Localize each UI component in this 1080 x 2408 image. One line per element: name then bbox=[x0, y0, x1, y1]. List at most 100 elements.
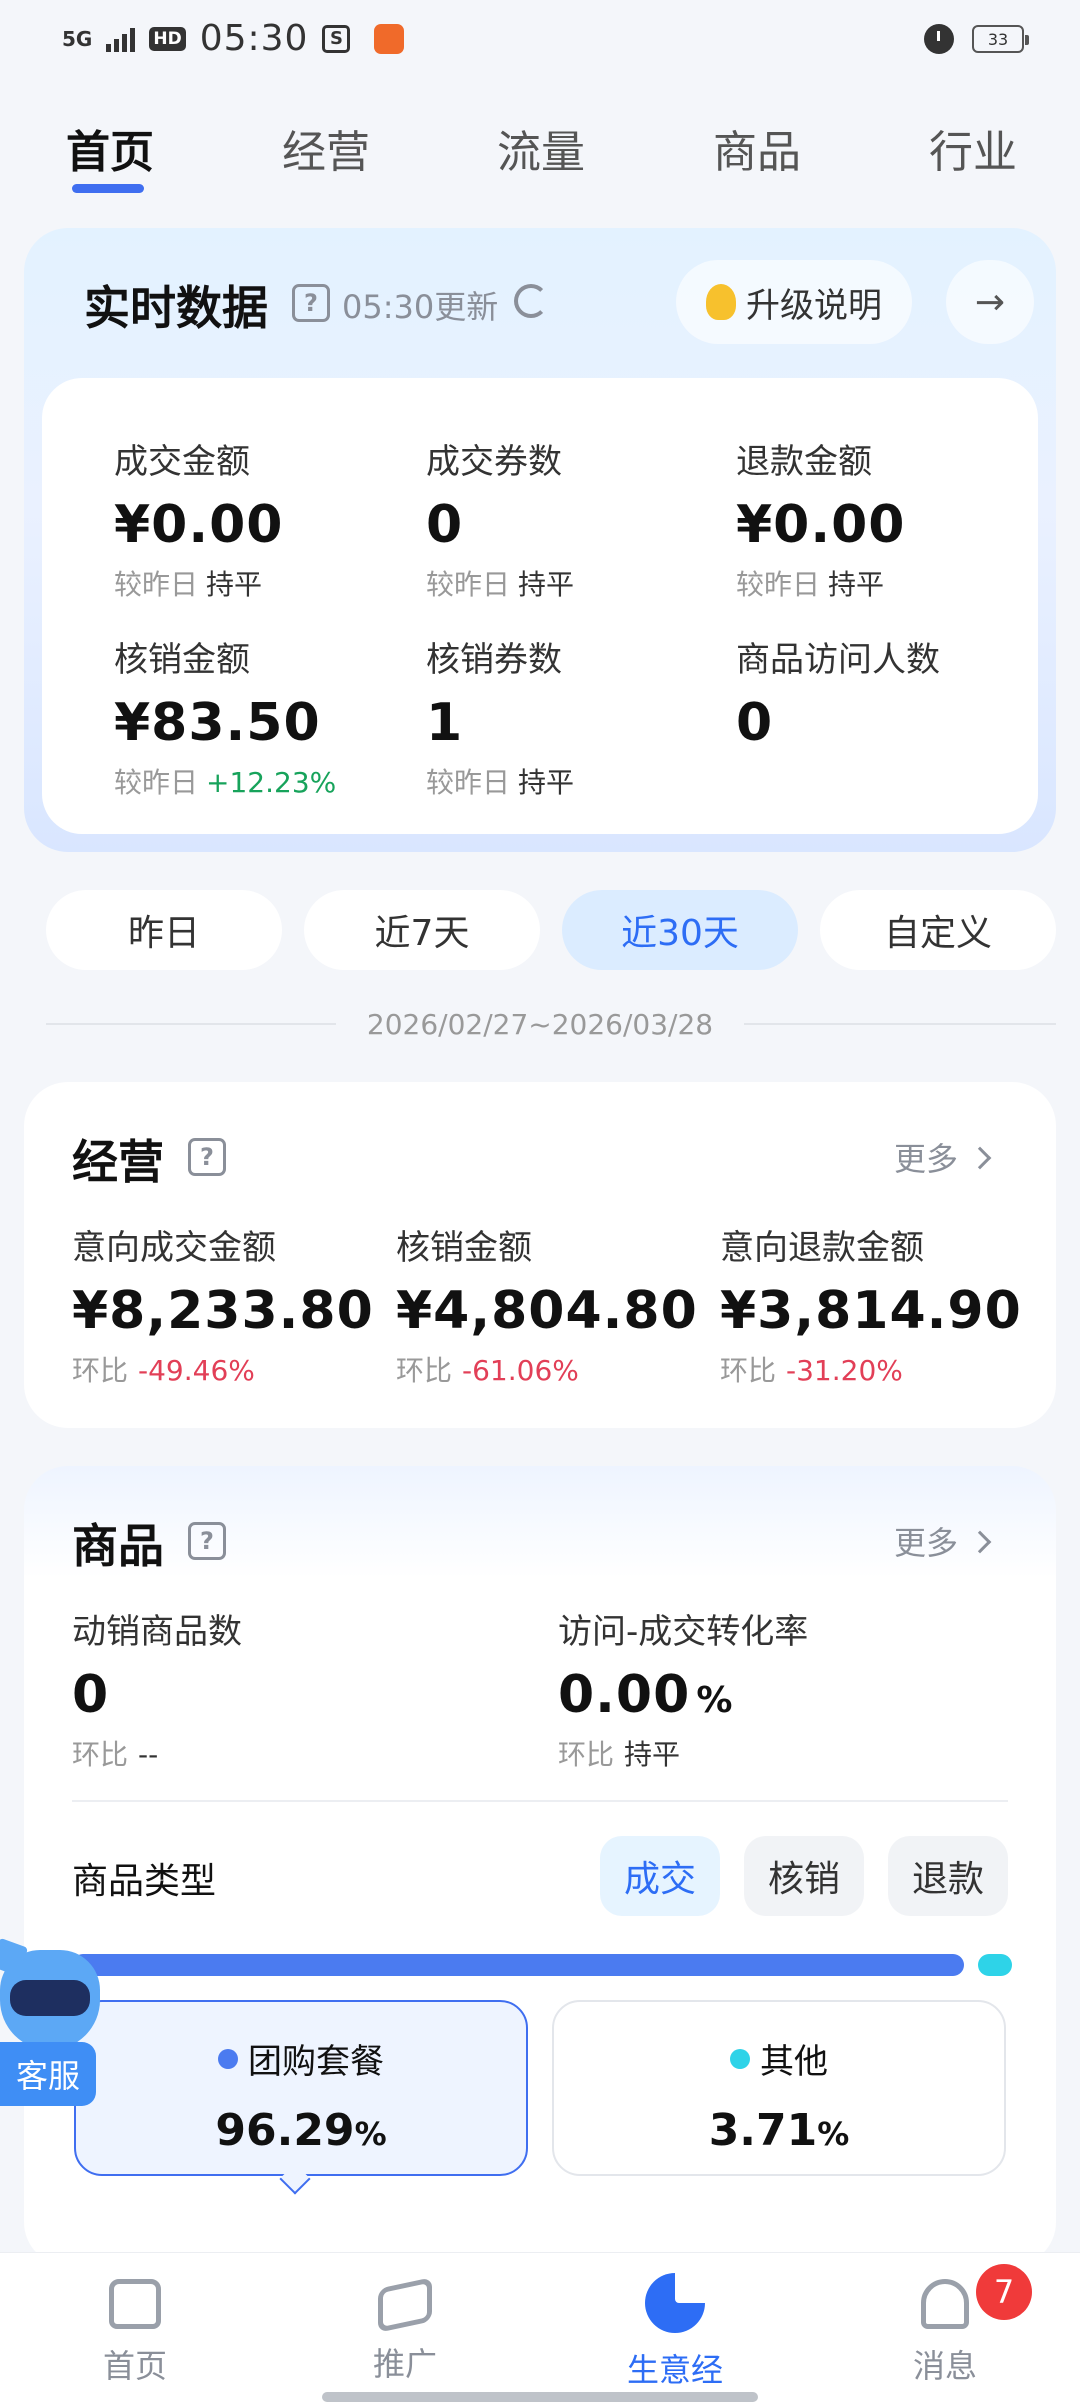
compare-value: 持平 bbox=[518, 568, 575, 601]
segment-verify[interactable]: 核销 bbox=[744, 1836, 864, 1916]
metric-verify-coupons[interactable]: 核销券数 1 较昨日 持平 bbox=[426, 632, 574, 801]
compare-label: 环比 bbox=[558, 1738, 615, 1771]
metric-compare: 环比 -31.20% bbox=[720, 1349, 1022, 1389]
compare-label: 环比 bbox=[396, 1354, 453, 1387]
arrow-right-button[interactable]: → bbox=[946, 260, 1034, 344]
metric-refund-amount[interactable]: 退款金额 ¥0.00 较昨日 持平 bbox=[736, 434, 905, 603]
nav-label: 首页 bbox=[102, 2347, 167, 2385]
megaphone-icon bbox=[378, 2277, 432, 2333]
hd-icon: HD bbox=[149, 26, 186, 51]
realtime-metrics-panel: 成交金额 ¥0.00 较昨日 持平 成交券数 0 较昨日 持平 退款金额 ¥0.00… bbox=[42, 378, 1038, 834]
refresh-icon[interactable] bbox=[514, 284, 548, 318]
compare-label: 环比 bbox=[72, 1354, 129, 1387]
compare-value: +12.23% bbox=[206, 766, 337, 799]
metric-compare: 较昨日 持平 bbox=[426, 563, 574, 603]
metric-value: 0 bbox=[72, 1665, 110, 1725]
compare-value: -49.46% bbox=[138, 1354, 255, 1387]
metric-value: ¥8,233.80 bbox=[72, 1281, 374, 1341]
share-percent-value: 3.71 bbox=[708, 2105, 818, 2156]
share-percent-unit: % bbox=[817, 2115, 850, 2153]
share-bar-segment-group-meal bbox=[72, 1954, 964, 1976]
home-indicator[interactable] bbox=[322, 2392, 758, 2402]
chevron-right-icon bbox=[968, 1530, 992, 1554]
filter-30-days[interactable]: 近30天 bbox=[562, 890, 798, 970]
bell-icon bbox=[921, 2279, 969, 2329]
metric-active-goods[interactable]: 动销商品数 0 环比 -- bbox=[72, 1604, 242, 1773]
screenshot-icon: S bbox=[322, 24, 351, 53]
metric-verify-amount-30d[interactable]: 核销金额 ¥4,804.80 环比 -61.06% bbox=[396, 1220, 698, 1389]
tab-goods[interactable]: 商品 bbox=[713, 116, 801, 180]
app-notification-icon bbox=[374, 23, 405, 54]
share-percent: 3.71% bbox=[554, 2105, 1004, 2156]
more-label: 更多 bbox=[894, 1524, 959, 1562]
goods-title: 商品 bbox=[72, 1519, 164, 1573]
bulb-icon bbox=[706, 284, 736, 320]
compare-value: -61.06% bbox=[462, 1354, 579, 1387]
metric-value: ¥0.00 bbox=[736, 495, 906, 555]
metric-label: 核销券数 bbox=[426, 640, 562, 680]
metric-compare: 环比 持平 bbox=[558, 1733, 808, 1773]
nav-home[interactable]: 首页 bbox=[60, 2273, 210, 2387]
share-name-text: 其他 bbox=[760, 2042, 828, 2082]
filter-yesterday[interactable]: 昨日 bbox=[46, 890, 282, 970]
upgrade-info-button[interactable]: 升级说明 bbox=[676, 260, 912, 344]
metric-deal-coupons[interactable]: 成交券数 0 较昨日 持平 bbox=[426, 434, 574, 603]
metric-compare: 较昨日 持平 bbox=[736, 563, 905, 603]
help-icon[interactable]: ? bbox=[188, 1522, 226, 1560]
business-more-link[interactable]: 更多 bbox=[894, 1134, 992, 1180]
goods-type-label: 商品类型 bbox=[72, 1861, 217, 1902]
nav-label: 生意经 bbox=[626, 2351, 723, 2389]
upgrade-info-label: 升级说明 bbox=[746, 285, 882, 326]
metric-label: 核销金额 bbox=[396, 1228, 532, 1268]
nav-label: 推广 bbox=[372, 2345, 437, 2383]
compare-label: 较昨日 bbox=[114, 766, 199, 799]
tab-home[interactable]: 首页 bbox=[66, 116, 154, 180]
metric-compare: 环比 -49.46% bbox=[72, 1349, 374, 1389]
compare-value: 持平 bbox=[206, 568, 263, 601]
filter-7-days[interactable]: 近7天 bbox=[304, 890, 540, 970]
metric-value: ¥0.00 bbox=[114, 495, 284, 555]
customer-service-float[interactable]: 客服 bbox=[0, 1950, 100, 2110]
nav-business-insights[interactable]: 生意经 bbox=[600, 2273, 750, 2391]
nav-promotion[interactable]: 推广 bbox=[330, 2273, 480, 2385]
share-bar-segment-other bbox=[977, 1954, 1012, 1976]
metric-value: ¥3,814.90 bbox=[720, 1281, 1022, 1341]
robot-icon bbox=[0, 1950, 100, 2050]
metric-label: 访问-成交转化率 bbox=[558, 1612, 809, 1652]
tab-business[interactable]: 经营 bbox=[282, 116, 370, 180]
metric-intent-refund-amount[interactable]: 意向退款金额 ¥3,814.90 环比 -31.20% bbox=[720, 1220, 1022, 1389]
share-percent: 96.29% bbox=[76, 2105, 526, 2156]
metric-intent-deal-amount[interactable]: 意向成交金额 ¥8,233.80 环比 -49.46% bbox=[72, 1220, 374, 1389]
filter-custom[interactable]: 自定义 bbox=[820, 890, 1056, 970]
metric-deal-amount[interactable]: 成交金额 ¥0.00 较昨日 持平 bbox=[114, 434, 283, 603]
tab-traffic[interactable]: 流量 bbox=[497, 116, 585, 180]
metric-number: 0.00 bbox=[558, 1665, 691, 1725]
goods-more-link[interactable]: 更多 bbox=[894, 1518, 992, 1564]
bottom-nav: 首页 推广 生意经 消息 bbox=[0, 2252, 1080, 2408]
divider bbox=[744, 1023, 1056, 1025]
battery-icon: 33 bbox=[972, 25, 1029, 53]
segment-deal[interactable]: 成交 bbox=[600, 1836, 720, 1916]
metric-visit-conversion[interactable]: 访问-成交转化率 0.00% 环比 持平 bbox=[558, 1604, 808, 1773]
help-icon[interactable]: ? bbox=[292, 284, 330, 322]
compare-value: -- bbox=[138, 1738, 159, 1771]
metric-goods-visitors[interactable]: 商品访问人数 0 bbox=[736, 632, 940, 753]
metric-compare: 环比 -61.06% bbox=[396, 1349, 698, 1389]
help-icon[interactable]: ? bbox=[188, 1138, 226, 1176]
metric-compare: 较昨日 +12.23% bbox=[114, 761, 336, 801]
compare-value: 持平 bbox=[624, 1738, 681, 1771]
metric-value: ¥83.50 bbox=[114, 693, 321, 753]
compare-label: 环比 bbox=[72, 1738, 129, 1771]
share-card-group-meal[interactable]: 团购套餐 96.29% bbox=[74, 2000, 528, 2176]
metric-verify-amount[interactable]: 核销金额 ¥83.50 较昨日 +12.23% bbox=[114, 632, 336, 801]
alarm-icon bbox=[924, 24, 954, 54]
tab-industry[interactable]: 行业 bbox=[929, 116, 1017, 180]
metric-label: 成交券数 bbox=[426, 442, 562, 482]
nav-label: 消息 bbox=[912, 2347, 977, 2385]
compare-value: 持平 bbox=[518, 766, 575, 799]
divider bbox=[72, 1800, 1008, 1802]
share-card-other[interactable]: 其他 3.71% bbox=[552, 2000, 1006, 2176]
segment-refund[interactable]: 退款 bbox=[888, 1836, 1008, 1916]
business-card: 经营 ? 更多 意向成交金额 ¥8,233.80 环比 -49.46% 核销金额 … bbox=[24, 1082, 1056, 1428]
business-title: 经营 bbox=[72, 1135, 164, 1189]
